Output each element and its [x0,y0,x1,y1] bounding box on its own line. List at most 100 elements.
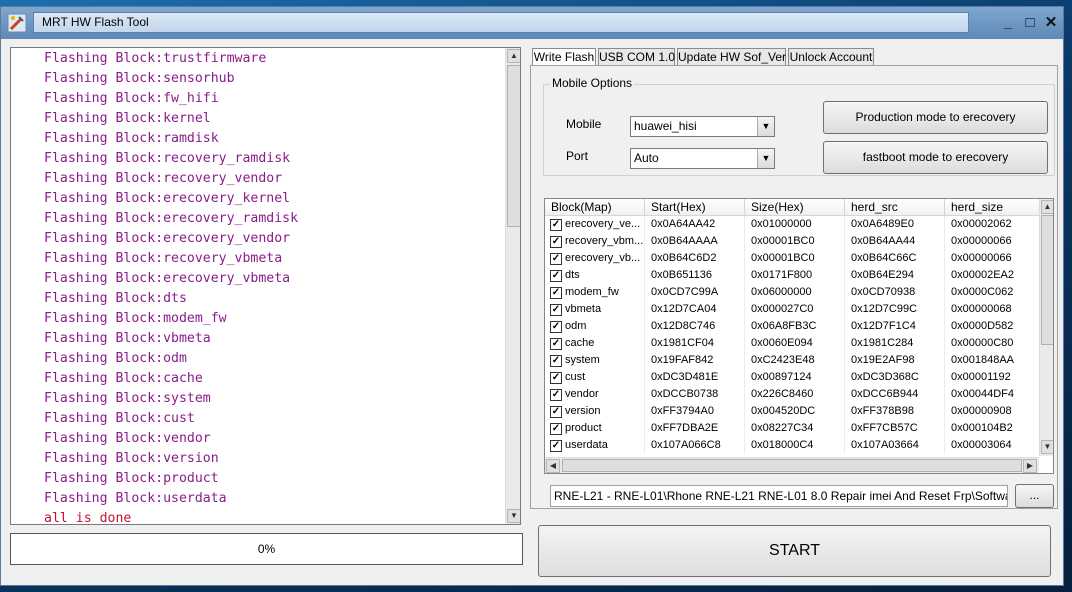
tab-update-hw[interactable]: Update HW Sof_Ver [677,48,786,66]
chevron-down-icon[interactable]: ▼ [757,149,774,168]
title-bar: MRT HW Flash Tool _ □ ✕ [1,7,1063,39]
port-select-value: Auto [634,151,659,165]
cell-size: 0x06A8FB3C [745,318,845,335]
cell-hsize: 0x00002EA2 [945,267,1040,284]
cell-start: 0x19FAF842 [645,352,745,369]
log-line: Flashing Block:product [44,471,219,486]
minimize-button[interactable]: _ [997,13,1019,33]
cell-start: 0x12D7CA04 [645,301,745,318]
col-header-herd-src[interactable]: herd_src [845,199,945,216]
flash-tool-icon [7,13,27,33]
table-row[interactable]: ✓ system 0x19FAF842 0xC2423E48 0x19E2AF98 0x0… [545,352,1040,369]
log-scrollbar[interactable]: ▲ ▼ [505,48,520,524]
block-name: version [565,405,601,417]
cell-src: 0x0B64E294 [845,267,945,284]
row-checkbox[interactable]: ✓ [550,253,562,265]
log-line: Flashing Block:ramdisk [44,131,219,146]
firmware-path-input[interactable]: RNE-L21 - RNE-L01\Rhone RNE-L21 RNE-L01 … [550,485,1008,507]
cell-hsize: 0x00000908 [945,403,1040,420]
cell-block: ✓ cache [545,335,645,352]
table-row[interactable]: ✓ userdata 0x107A066C8 0x018000C4 0x107A0366… [545,437,1040,454]
cell-src: 0xDC3D368C [845,369,945,386]
scroll-thumb[interactable] [562,459,1022,472]
cell-start: 0x0B64AAAA [645,233,745,250]
cell-start: 0x0A64AA42 [645,216,745,233]
log-line: Flashing Block:erecovery_vendor [44,231,291,246]
row-checkbox[interactable]: ✓ [550,406,562,418]
scroll-left-icon[interactable]: ◀ [546,459,560,473]
tab-write-flash[interactable]: Write Flash [532,48,596,66]
table-row[interactable]: ✓ odm 0x12D8C746 0x06A8FB3C 0x12D7F1C4 0x0000… [545,318,1040,335]
col-header-size[interactable]: Size(Hex) [745,199,845,216]
col-header-block[interactable]: Block(Map) [545,199,645,216]
tab-usb-com[interactable]: USB COM 1.0 [598,48,675,66]
scroll-thumb[interactable] [1041,215,1053,345]
cell-size: 0x00001BC0 [745,233,845,250]
scroll-right-icon[interactable]: ▶ [1023,459,1037,473]
table-row[interactable]: ✓ cust 0xDC3D481E 0x00897124 0xDC3D368C 0x000… [545,369,1040,386]
table-row[interactable]: ✓ erecovery_vb... 0x0B64C6D2 0x00001BC0 0x0B… [545,250,1040,267]
table-row[interactable]: ✓ vendor 0xDCCB0738 0x226C8460 0xDCC6B944 0x0… [545,386,1040,403]
block-name: cache [565,337,595,349]
scroll-down-icon[interactable]: ▼ [507,509,520,523]
block-name: modem_fw [565,286,619,298]
scroll-down-icon[interactable]: ▼ [1041,440,1053,454]
block-name: erecovery_vb... [565,252,641,264]
maximize-button[interactable]: □ [1019,13,1041,33]
scroll-up-icon[interactable]: ▲ [1041,200,1053,214]
row-checkbox[interactable]: ✓ [550,338,562,350]
table-row[interactable]: ✓ product 0xFF7DBA2E 0x08227C34 0xFF7CB57C 0x… [545,420,1040,437]
log-line: Flashing Block:fw_hifi [44,91,219,106]
table-row[interactable]: ✓ cache 0x1981CF04 0x0060E094 0x1981C284 0x00… [545,335,1040,352]
row-checkbox[interactable]: ✓ [550,440,562,452]
row-checkbox[interactable]: ✓ [550,287,562,299]
col-header-start[interactable]: Start(Hex) [645,199,745,216]
table-row[interactable]: ✓ erecovery_ve... 0x0A64AA42 0x01000000 0x0A… [545,216,1040,233]
col-header-herd-size[interactable]: herd_size [945,199,1040,216]
row-checkbox[interactable]: ✓ [550,321,562,333]
cell-src: 0xFF7CB57C [845,420,945,437]
table-row[interactable]: ✓ vbmeta 0x12D7CA04 0x000027C0 0x12D7C99C 0x0… [545,301,1040,318]
table-row[interactable]: ✓ dts 0x0B651136 0x0171F800 0x0B64E294 0x0000… [545,267,1040,284]
port-select[interactable]: Auto ▼ [630,148,775,169]
row-checkbox[interactable]: ✓ [550,423,562,435]
cell-block: ✓ modem_fw [545,284,645,301]
log-output[interactable]: Flashing Block:trustfirmware Flashing Blo… [10,47,521,525]
log-line-done: all is done [44,511,132,525]
cell-size: 0x06000000 [745,284,845,301]
close-button[interactable]: ✕ [1040,13,1062,33]
row-checkbox[interactable]: ✓ [550,355,562,367]
scroll-thumb[interactable] [507,65,520,227]
partition-table: Block(Map) Start(Hex) Size(Hex) herd_src… [544,198,1054,474]
cell-hsize: 0x00000068 [945,301,1040,318]
table-vscrollbar[interactable]: ▲ ▼ [1039,199,1053,456]
table-row[interactable]: ✓ recovery_vbm... 0x0B64AAAA 0x00001BC0 0x0B… [545,233,1040,250]
table-row[interactable]: ✓ version 0xFF3794A0 0x004520DC 0xFF378B98 0x… [545,403,1040,420]
cell-src: 0x107A03664 [845,437,945,454]
production-to-erecovery-button[interactable]: Production mode to erecovery [823,101,1048,134]
mobile-select[interactable]: huawei_hisi ▼ [630,116,775,137]
tab-unlock-account[interactable]: Unlock Account [788,48,874,66]
browse-button[interactable]: ... [1015,484,1054,508]
table-hscrollbar[interactable]: ◀ ▶ [545,457,1039,473]
cell-src: 0xDCC6B944 [845,386,945,403]
chevron-down-icon[interactable]: ▼ [757,117,774,136]
table-row[interactable]: ✓ modem_fw 0x0CD7C99A 0x06000000 0x0CD70938 0… [545,284,1040,301]
start-button[interactable]: START [538,525,1051,577]
cell-size: 0x018000C4 [745,437,845,454]
row-checkbox[interactable]: ✓ [550,372,562,384]
row-checkbox[interactable]: ✓ [550,270,562,282]
row-checkbox[interactable]: ✓ [550,236,562,248]
cell-start: 0x12D8C746 [645,318,745,335]
mobile-select-value: huawei_hisi [634,119,697,133]
cell-hsize: 0x0000C062 [945,284,1040,301]
cell-src: 0x12D7F1C4 [845,318,945,335]
row-checkbox[interactable]: ✓ [550,389,562,401]
log-line: Flashing Block:vendor [44,431,211,446]
row-checkbox[interactable]: ✓ [550,219,562,231]
row-checkbox[interactable]: ✓ [550,304,562,316]
scroll-up-icon[interactable]: ▲ [507,49,520,63]
progress-bar: 0% [10,533,523,565]
fastboot-to-erecovery-button[interactable]: fastboot mode to erecovery [823,141,1048,174]
cell-src: 0x0A6489E0 [845,216,945,233]
